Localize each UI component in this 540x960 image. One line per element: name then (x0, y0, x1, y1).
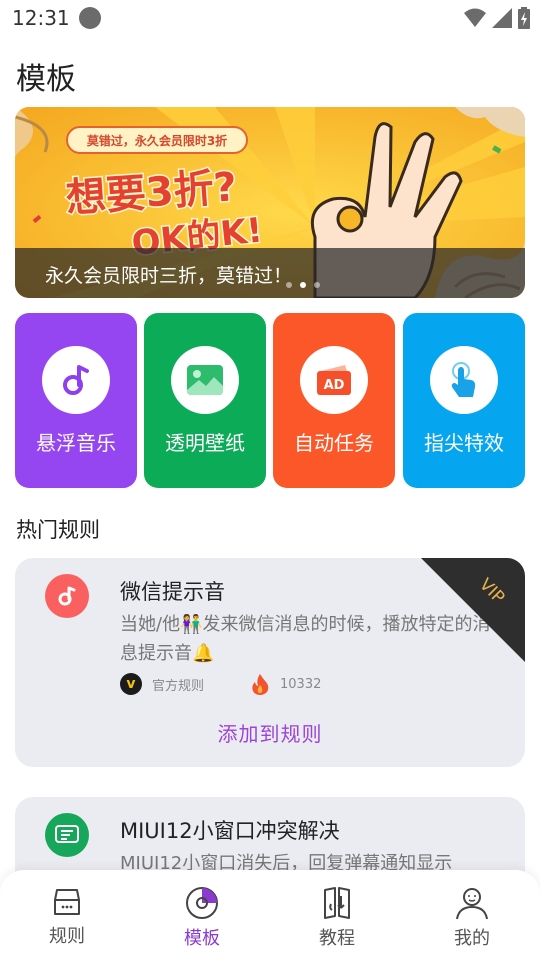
tile-label: 指尖特效 (424, 431, 504, 455)
banner-dot (314, 282, 320, 288)
banner-dot (286, 282, 292, 288)
nav-templates[interactable]: 模板 (162, 886, 242, 956)
nav-label: 模板 (184, 928, 220, 949)
nav-tutorials[interactable]: 教程 (297, 886, 377, 956)
rule-title: 微信提示音 (120, 580, 225, 604)
wallpaper-icon (187, 365, 223, 395)
rule-icon-circle (45, 574, 89, 618)
rule-heat-count: 10332 (280, 676, 322, 692)
music-note-icon (63, 365, 89, 395)
signal-icon (492, 8, 512, 28)
wifi-icon (464, 8, 486, 27)
tile-auto-task[interactable]: AD 自动任务 (273, 313, 395, 488)
message-icon (55, 825, 79, 843)
tile-icon-circle (42, 346, 110, 414)
tile-fingertip-effect[interactable]: 指尖特效 (403, 313, 525, 488)
svg-text:AD: AD (324, 378, 345, 393)
banner-dot-active (300, 282, 306, 288)
rules-box-icon (54, 889, 80, 915)
tile-icon-circle (171, 346, 239, 414)
promo-banner[interactable]: 莫错过，永久会员限时3折 想要3折? OK的K! 永久会员限时三折，莫错过！ (15, 107, 525, 298)
nav-label: 规则 (49, 926, 85, 947)
tile-floating-music[interactable]: 悬浮音乐 (15, 313, 137, 488)
banner-caption-bar: 永久会员限时三折，莫错过！ (15, 248, 525, 298)
fire-icon (252, 674, 269, 695)
add-to-rules-button[interactable]: 添加到规则 (15, 718, 525, 747)
nav-label: 教程 (319, 928, 355, 949)
rule-title: MIUI12小窗口冲突解决 (120, 819, 340, 843)
tutorial-book-icon (324, 887, 350, 919)
banner-tag-text: 莫错过，永久会员限时3折 (87, 133, 227, 148)
rule-meta: v 官方规则 10332 (120, 672, 321, 696)
rule-icon-circle (45, 813, 89, 857)
tile-label: 自动任务 (294, 431, 374, 455)
status-bar: 12:31 (0, 0, 540, 36)
bottom-nav: 规则 模板 教程 我的 (0, 870, 540, 960)
tile-label: 悬浮音乐 (36, 431, 116, 455)
status-time: 12:31 (12, 6, 70, 30)
rule-source: 官方规则 (152, 678, 205, 694)
nav-label: 我的 (454, 928, 490, 949)
feature-tiles: 悬浮音乐 透明壁纸 AD 自动任务 指尖特效 (15, 313, 525, 488)
official-v-icon: v (120, 673, 142, 695)
ad-icon: AD (317, 365, 351, 395)
tile-icon-circle (430, 346, 498, 414)
touch-icon (451, 362, 476, 397)
profile-icon (456, 888, 488, 920)
nav-profile[interactable]: 我的 (432, 886, 512, 956)
music-note-icon (58, 586, 76, 606)
section-title: 热门规则 (16, 518, 100, 542)
rule-card[interactable]: 微信提示音 当她/他👫发来微信消息的时候，播放特定的消息提示音🔔 v 官方规则 … (15, 558, 525, 767)
status-icons (464, 7, 530, 29)
banner-caption: 永久会员限时三折，莫错过！ (45, 265, 293, 287)
tile-transparent-wallpaper[interactable]: 透明壁纸 (144, 313, 266, 488)
banner-pager (286, 282, 320, 288)
battery-icon (518, 7, 530, 29)
tile-icon-circle: AD (300, 346, 368, 414)
tile-label: 透明壁纸 (165, 431, 245, 455)
notification-dot-icon (79, 7, 101, 29)
nav-rules[interactable]: 规则 (27, 886, 107, 956)
page-title: 模板 (16, 62, 76, 97)
template-disc-icon (186, 887, 218, 919)
vip-ribbon: VIP (421, 558, 525, 662)
